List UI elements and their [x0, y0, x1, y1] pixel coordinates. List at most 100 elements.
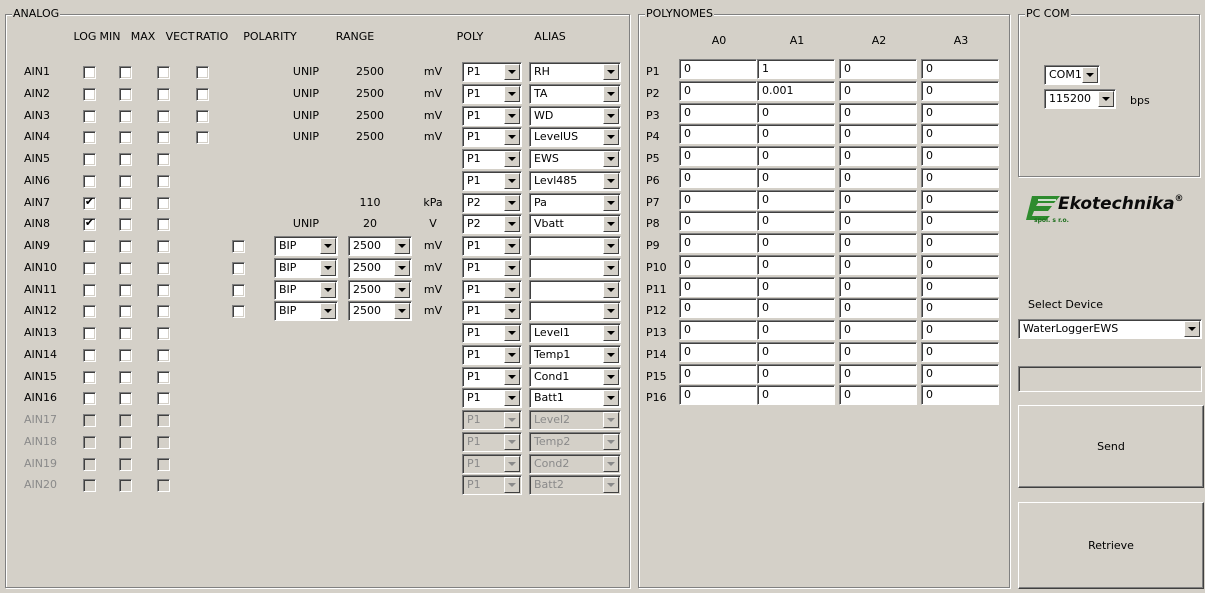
log-checkbox[interactable]: [83, 436, 96, 449]
coefficient-a3-input[interactable]: 0: [921, 146, 999, 166]
poly-select[interactable]: P1: [462, 149, 522, 169]
log-checkbox[interactable]: [83, 305, 96, 318]
coefficient-a0-input[interactable]: 0: [679, 277, 757, 297]
max-checkbox[interactable]: [157, 458, 170, 471]
coefficient-a2-input[interactable]: 0: [839, 168, 917, 188]
min-checkbox[interactable]: [119, 349, 132, 362]
coefficient-a2-input[interactable]: 0: [839, 277, 917, 297]
coefficient-a1-input[interactable]: 0: [757, 103, 835, 123]
poly-select[interactable]: P1: [462, 410, 522, 430]
coefficient-a3-input[interactable]: 0: [921, 211, 999, 231]
coefficient-a0-input[interactable]: 0: [679, 342, 757, 362]
alias-select[interactable]: Levl485: [529, 171, 621, 191]
max-checkbox[interactable]: [157, 371, 170, 384]
coefficient-a3-input[interactable]: 0: [921, 190, 999, 210]
coefficient-a0-input[interactable]: 0: [679, 211, 757, 231]
log-checkbox[interactable]: [83, 262, 96, 275]
coefficient-a1-input[interactable]: 0: [757, 233, 835, 253]
log-checkbox[interactable]: [83, 153, 96, 166]
coefficient-a1-input[interactable]: 0: [757, 298, 835, 318]
max-checkbox[interactable]: [157, 153, 170, 166]
coefficient-a0-input[interactable]: 0: [679, 190, 757, 210]
coefficient-a0-input[interactable]: 0: [679, 364, 757, 384]
alias-select[interactable]: [529, 236, 621, 256]
coefficient-a2-input[interactable]: 0: [839, 255, 917, 275]
com-port-select[interactable]: COM1: [1044, 65, 1100, 85]
log-checkbox[interactable]: [83, 66, 96, 79]
coefficient-a1-input[interactable]: 1: [757, 59, 835, 79]
coefficient-a3-input[interactable]: 0: [921, 364, 999, 384]
min-checkbox[interactable]: [119, 66, 132, 79]
min-checkbox[interactable]: [119, 436, 132, 449]
alias-select[interactable]: Batt1: [529, 388, 621, 408]
alias-select[interactable]: [529, 258, 621, 278]
min-checkbox[interactable]: [119, 305, 132, 318]
alias-select[interactable]: Level2: [529, 410, 621, 430]
min-checkbox[interactable]: [119, 414, 132, 427]
poly-select[interactable]: P1: [462, 345, 522, 365]
max-checkbox[interactable]: [157, 66, 170, 79]
coefficient-a3-input[interactable]: 0: [921, 255, 999, 275]
max-checkbox[interactable]: [157, 349, 170, 362]
poly-select[interactable]: P1: [462, 106, 522, 126]
alias-select[interactable]: [529, 280, 621, 300]
poly-select[interactable]: P1: [462, 454, 522, 474]
coefficient-a3-input[interactable]: 0: [921, 298, 999, 318]
coefficient-a2-input[interactable]: 0: [839, 342, 917, 362]
coefficient-a1-input[interactable]: 0: [757, 255, 835, 275]
max-checkbox[interactable]: [157, 197, 170, 210]
coefficient-a0-input[interactable]: 0: [679, 320, 757, 340]
min-checkbox[interactable]: [119, 240, 132, 253]
coefficient-a0-input[interactable]: 0: [679, 81, 757, 101]
coefficient-a1-input[interactable]: 0: [757, 385, 835, 405]
range-select[interactable]: 2500: [348, 280, 412, 300]
coefficient-a2-input[interactable]: 0: [839, 124, 917, 144]
coefficient-a2-input[interactable]: 0: [839, 385, 917, 405]
coefficient-a3-input[interactable]: 0: [921, 59, 999, 79]
coefficient-a0-input[interactable]: 0: [679, 59, 757, 79]
max-checkbox[interactable]: [157, 392, 170, 405]
send-button[interactable]: Send: [1018, 405, 1204, 488]
alias-select[interactable]: Pa: [529, 193, 621, 213]
coefficient-a1-input[interactable]: 0: [757, 320, 835, 340]
log-checkbox[interactable]: [83, 175, 96, 188]
poly-select[interactable]: P1: [462, 475, 522, 495]
log-checkbox[interactable]: [83, 414, 96, 427]
coefficient-a2-input[interactable]: 0: [839, 190, 917, 210]
log-checkbox[interactable]: [83, 110, 96, 123]
ratio-checkbox[interactable]: [232, 284, 245, 297]
max-checkbox[interactable]: [157, 305, 170, 318]
coefficient-a3-input[interactable]: 0: [921, 385, 999, 405]
log-checkbox[interactable]: ✔: [83, 216, 96, 231]
coefficient-a1-input[interactable]: 0: [757, 211, 835, 231]
coefficient-a1-input[interactable]: 0: [757, 277, 835, 297]
log-checkbox[interactable]: [83, 131, 96, 144]
range-select[interactable]: 2500: [348, 301, 412, 321]
alias-select[interactable]: Level1: [529, 323, 621, 343]
max-checkbox[interactable]: [157, 284, 170, 297]
poly-select[interactable]: P1: [462, 301, 522, 321]
max-checkbox[interactable]: [157, 175, 170, 188]
alias-select[interactable]: WD: [529, 106, 621, 126]
coefficient-a0-input[interactable]: 0: [679, 385, 757, 405]
coefficient-a2-input[interactable]: 0: [839, 59, 917, 79]
coefficient-a3-input[interactable]: 0: [921, 342, 999, 362]
poly-select[interactable]: P1: [462, 388, 522, 408]
coefficient-a1-input[interactable]: 0: [757, 124, 835, 144]
log-checkbox[interactable]: [83, 349, 96, 362]
min-checkbox[interactable]: [119, 371, 132, 384]
coefficient-a0-input[interactable]: 0: [679, 168, 757, 188]
log-checkbox[interactable]: [83, 479, 96, 492]
alias-select[interactable]: LevelUS: [529, 127, 621, 147]
log-checkbox[interactable]: [83, 284, 96, 297]
min-checkbox[interactable]: [119, 131, 132, 144]
ratio-checkbox[interactable]: [232, 262, 245, 275]
poly-select[interactable]: P2: [462, 214, 522, 234]
log-checkbox[interactable]: [83, 392, 96, 405]
coefficient-a2-input[interactable]: 0: [839, 298, 917, 318]
coefficient-a1-input[interactable]: 0: [757, 146, 835, 166]
coefficient-a0-input[interactable]: 0: [679, 255, 757, 275]
alias-select[interactable]: Batt2: [529, 475, 621, 495]
max-checkbox[interactable]: [157, 240, 170, 253]
min-checkbox[interactable]: [119, 153, 132, 166]
